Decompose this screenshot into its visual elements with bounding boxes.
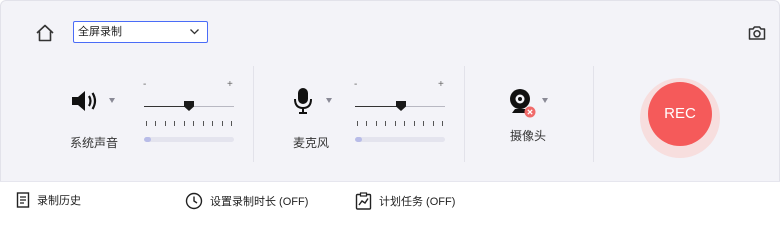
- camera-icon: [748, 26, 766, 40]
- microphone-volume-track-filled: [355, 106, 400, 107]
- document-list-icon: [16, 192, 30, 208]
- home-button[interactable]: [34, 22, 56, 44]
- system-audio-volume-track[interactable]: [189, 106, 234, 107]
- recording-mode-select[interactable]: 全屏录制: [73, 21, 208, 43]
- recording-mode-value: 全屏录制: [78, 26, 122, 38]
- speaker-icon: [72, 91, 97, 111]
- microphone-icon: [294, 88, 312, 114]
- clipboard-chart-icon: [355, 192, 372, 210]
- system-audio-level-fill: [144, 137, 152, 142]
- webcam-caret[interactable]: [542, 98, 548, 103]
- set-duration-label: 设置录制时长 (OFF): [210, 196, 309, 208]
- chevron-down-icon: [190, 29, 199, 35]
- microphone-label: 麦克风: [293, 136, 330, 150]
- rec-button[interactable]: REC: [648, 82, 712, 146]
- recording-history-label: 录制历史: [37, 195, 81, 207]
- webcam-label: 摄像头: [510, 129, 547, 143]
- webcam-toggle[interactable]: [508, 86, 538, 123]
- system-audio-label: 系统声音: [70, 136, 119, 150]
- home-icon: [36, 24, 54, 42]
- microphone-volume-track[interactable]: [400, 106, 445, 107]
- disabled-x-icon: [524, 106, 536, 118]
- set-duration-button[interactable]: 设置录制时长 (OFF): [185, 192, 308, 210]
- system-audio-volume-track-filled: [144, 106, 189, 107]
- scheduled-task-label: 计划任务 (OFF): [379, 196, 456, 208]
- screenshot-button[interactable]: [747, 23, 767, 43]
- system-audio-caret[interactable]: [109, 98, 115, 103]
- microphone-minus: -: [354, 79, 358, 90]
- scheduled-task-button[interactable]: 计划任务 (OFF): [355, 192, 455, 210]
- system-audio-level-meter: [144, 137, 234, 142]
- divider: [464, 66, 465, 162]
- microphone-caret[interactable]: [326, 98, 332, 103]
- system-audio-toggle[interactable]: [70, 88, 102, 119]
- divider: [253, 66, 254, 162]
- microphone-level-meter: [355, 137, 445, 142]
- recording-history-button[interactable]: 录制历史: [16, 192, 81, 208]
- system-audio-plus: +: [227, 79, 233, 90]
- system-audio-ticks: [146, 121, 232, 127]
- microphone-level-fill: [355, 137, 363, 142]
- microphone-plus: +: [438, 79, 444, 90]
- divider: [593, 66, 594, 162]
- system-audio-minus: -: [143, 79, 147, 90]
- microphone-toggle[interactable]: [292, 86, 314, 121]
- clock-icon: [185, 192, 203, 210]
- microphone-ticks: [357, 121, 443, 127]
